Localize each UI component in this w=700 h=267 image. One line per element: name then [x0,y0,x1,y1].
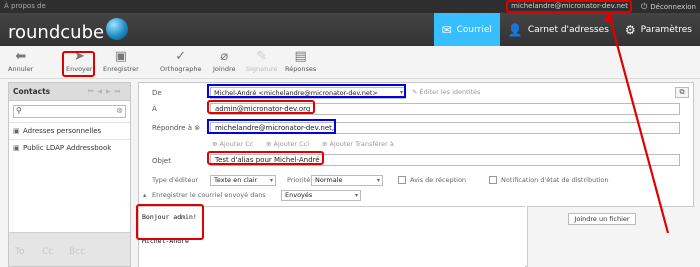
collapse-options-icon[interactable]: ▴ [143,191,146,199]
addressbook-ldap[interactable]: ▣ Public LDAP Addressbook [9,139,130,156]
contacts-panel: Contacts ⏮◀▶⏭ ⚲ ⊗ ▣ Adresses personnelles ▣… [8,82,131,267]
plus-icon: ⊕ [266,140,274,148]
priority-select[interactable]: Normale ▾ [311,175,383,186]
receipt-checkbox[interactable] [398,176,406,184]
reply-to-label: Répondre à ⊗ [152,124,200,132]
contacts-title: Contacts [13,87,51,96]
plus-icon: ⊕ [322,140,330,148]
add-followup-label: Ajouter Transférer à [329,140,394,148]
pager-icon[interactable]: ⏮◀▶⏭ [88,83,124,101]
highlight-from [207,84,406,98]
cancel-label: Annuler [8,65,34,73]
add-bcc-label: Ajouter Cci [273,140,310,148]
remove-icon[interactable]: ⊗ [194,124,200,132]
logo-text: roundcube [8,22,105,43]
addressbook-personal-label: Adresses personnelles [23,127,102,135]
chevron-down-icon: ▾ [376,177,380,184]
addressbook-ldap-label: Public LDAP Addressbook [23,144,112,152]
cancel-button[interactable]: ⬅ Annuler [8,49,33,73]
compose-toolbar: ⬅ Annuler ➤ Envoyer ▣ Enregistrer ✓ Orthogra… [0,46,700,79]
add-cc-link[interactable]: ⊕ Ajouter Cc [212,140,253,148]
spellcheck-icon: ✓ [175,49,187,64]
add-followup-link[interactable]: ⊕ Ajouter Transférer à [322,140,394,148]
save-draft-button[interactable]: ▣ Enregistrer [103,49,139,73]
save-label: Enregistrer [103,65,139,73]
task-mail[interactable]: ✉ Courriel [433,13,500,46]
contacts-search-input[interactable]: ⚲ ⊗ [13,105,126,118]
highlight-body [136,204,204,240]
save-sent-value: Envoyés [285,191,313,199]
power-icon: ⏻ [640,2,648,11]
attach-file-button[interactable]: Joindre un fichier [568,213,636,225]
highlight-to [207,100,315,114]
highlight-subject [207,151,324,165]
spell-label: Orthographe [160,65,202,73]
recipient-buttons: To Cc Bcc [9,232,130,266]
addressbook-icon: ▣ [13,127,20,135]
taskbar: ✉ Courriel 👤 Carnet d'adresses ⚙ Paramètres [433,13,700,46]
highlight-user [506,0,632,13]
save-sent-label: Enregistrer le courriel envoyé dans [152,191,266,199]
contacts-header: Contacts ⏮◀▶⏭ [9,83,130,101]
about-link[interactable]: À propos de [4,0,46,13]
back-arrow-icon: ⬅ [15,49,27,64]
gear-icon: ⚙ [624,22,636,37]
from-label: De [152,89,162,97]
task-addressbook-label: Carnet d'adresses [527,24,609,35]
task-settings-label: Paramètres [640,24,692,35]
signature-label: Signature [246,65,278,73]
envelope-icon: ✉ [441,22,452,37]
addressbook-icon: ▣ [13,144,20,152]
task-addressbook[interactable]: 👤 Carnet d'adresses [500,13,617,46]
pencil-icon: ✎ [412,88,420,96]
add-to-button[interactable]: To [15,247,24,257]
paperclip-icon: ⌀ [220,49,229,64]
add-bcc-link[interactable]: ⊕ Ajouter Cci [266,140,309,148]
person-icon: 👤 [507,22,523,37]
to-label: À [152,105,157,113]
editor-type-select[interactable]: Texte en clair ▾ [210,175,276,186]
attach-label: Joindre [213,65,236,73]
search-icon: ⚲ [16,106,22,115]
attachment-area: Joindre un fichier [527,206,695,267]
task-mail-label: Courriel [456,24,492,35]
editor-type-value: Texte en clair [214,176,258,184]
edit-identities-label: Éditer les identités [419,88,481,96]
save-icon: ▣ [114,49,128,64]
app-header: roundcube ✉ Courriel 👤 Carnet d'adresses ⚙… [0,13,700,46]
subject-label: Objet [152,157,171,165]
logout-link[interactable]: ⏻ Déconnexion [641,0,696,14]
reply-to-label-text: Répondre à [152,124,193,132]
add-cc-button[interactable]: Cc [42,247,53,257]
dsn-checkbox[interactable] [489,176,497,184]
expand-icon[interactable]: ⧉ [675,87,689,98]
cube-icon [106,18,129,40]
chevron-down-icon: ▾ [354,192,358,199]
task-settings[interactable]: ⚙ Paramètres [617,13,700,46]
signature-icon: ✎ [256,49,268,64]
attach-button[interactable]: ⌀ Joindre [213,49,235,73]
document-icon: ▤ [294,49,307,64]
save-sent-select[interactable]: Envoyés ▾ [281,190,361,201]
spellcheck-button[interactable]: ✓ Orthographe [160,49,201,73]
addressbook-personal[interactable]: ▣ Adresses personnelles [9,122,130,139]
highlight-reply-to [207,119,336,134]
editor-type-label: Type d'éditeur [152,176,199,184]
priority-label: Priorité [287,176,311,184]
signature-button[interactable]: ✎ Signature [246,49,277,73]
responses-label: Réponses [285,65,317,73]
priority-value: Normale [315,176,343,184]
clear-icon[interactable]: ⊗ [116,106,123,115]
highlight-send [62,51,95,77]
plus-icon: ⊕ [212,140,220,148]
edit-identities-link[interactable]: ✎ Éditer les identités [412,88,480,96]
logout-label: Déconnexion [650,3,696,11]
chevron-down-icon: ▾ [269,177,273,184]
add-cc-label: Ajouter Cc [219,140,254,148]
add-bcc-button[interactable]: Bcc [69,247,85,257]
receipt-label: Avis de réception [410,176,467,184]
responses-button[interactable]: ▤ Réponses [285,49,316,73]
roundcube-logo[interactable]: roundcube [8,18,129,43]
dsn-label: Notification d'état de distribution [501,176,609,184]
